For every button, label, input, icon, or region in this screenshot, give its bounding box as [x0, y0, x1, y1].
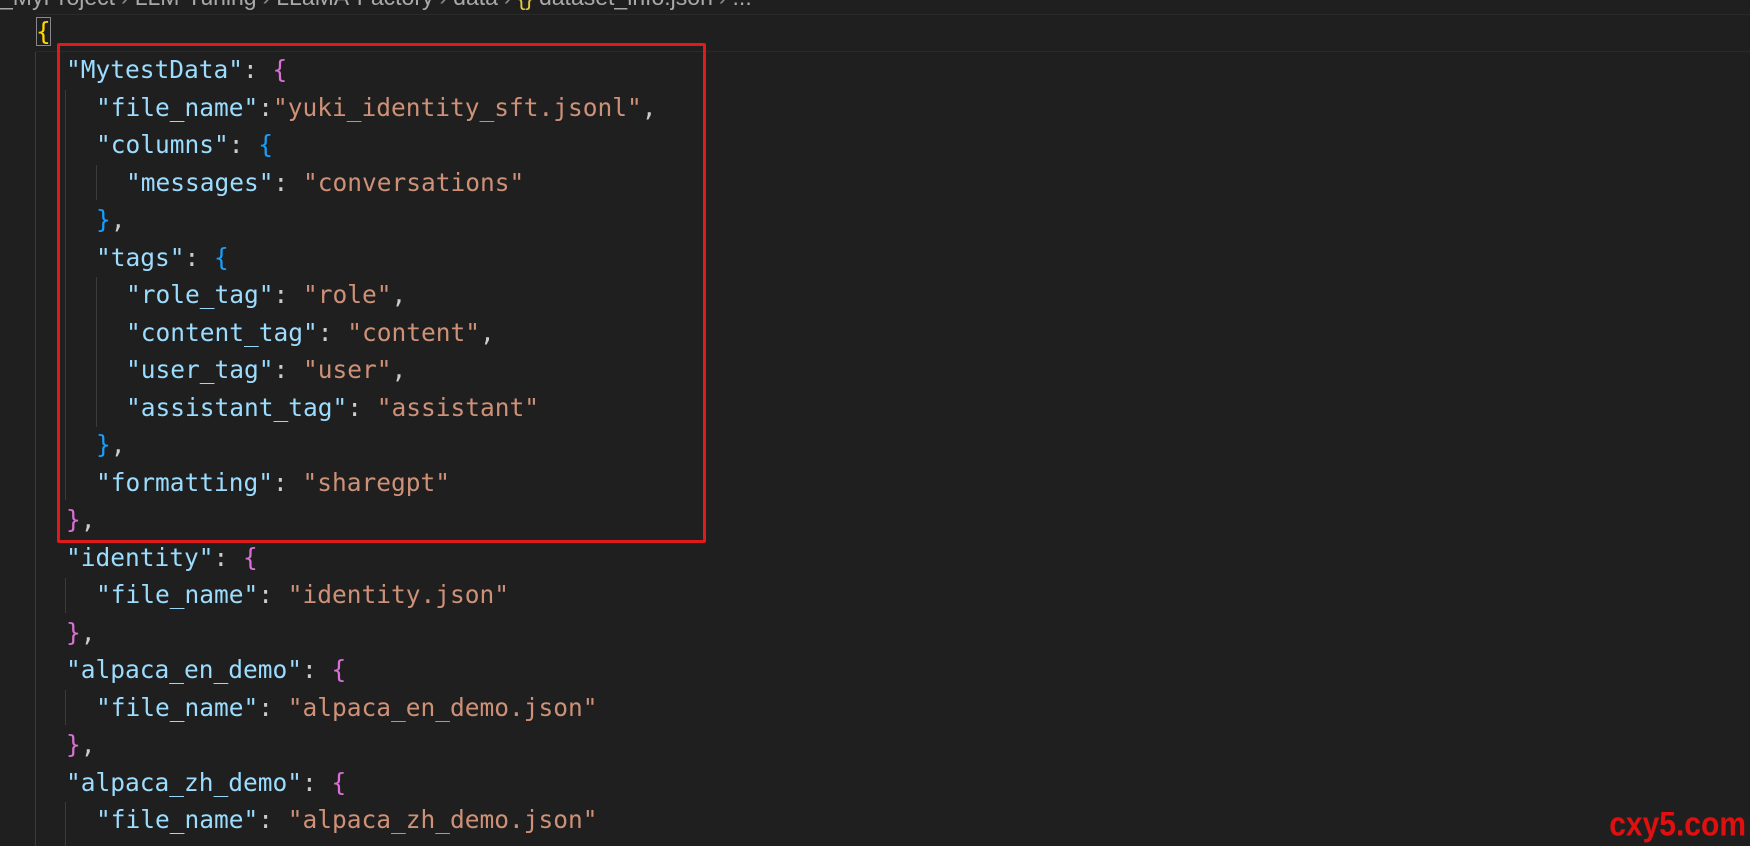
breadcrumb-item-project[interactable]: _MyProject: [0, 0, 115, 10]
code-line-13[interactable]: "formatting": "sharegpt": [96, 464, 450, 502]
field-key: "tags": [96, 242, 185, 272]
indent-guide: [96, 165, 97, 200]
code-line-3[interactable]: "file_name":"yuki_identity_sft.jsonl",: [96, 89, 657, 127]
chevron-right-icon: ›: [121, 0, 129, 10]
indent-guide: [65, 578, 66, 613]
indent-guide: [35, 52, 36, 846]
dataset-key: "alpaca_zh_demo": [66, 767, 303, 797]
field-key: "content_tag": [126, 317, 318, 347]
code-line-11[interactable]: "assistant_tag": "assistant": [126, 389, 539, 427]
field-value: "sharegpt": [302, 467, 451, 497]
code-line-20[interactable]: },: [66, 726, 96, 764]
indent-guide: [65, 690, 66, 725]
field-value: "user": [303, 355, 392, 384]
breadcrumb-item-llm-tuning[interactable]: LLM-Tuning: [135, 0, 257, 10]
field-value: "assistant": [376, 392, 540, 422]
field-key: "file_name": [96, 92, 259, 122]
code-line-15[interactable]: "identity": {: [66, 539, 258, 577]
dataset-key: "identity": [66, 542, 214, 572]
field-value: "content": [347, 317, 481, 347]
code-line-21[interactable]: "alpaca_zh_demo": {: [66, 764, 346, 802]
code-line-17[interactable]: },: [66, 614, 96, 652]
code-line-18[interactable]: "alpaca_en_demo": {: [66, 651, 346, 689]
code-line-2[interactable]: "MytestData": {: [66, 51, 287, 89]
dataset-key: "MytestData": [66, 55, 244, 84]
code-line-8[interactable]: "role_tag": "role",: [126, 276, 406, 314]
json-file-icon: {}: [518, 0, 533, 10]
code-line-9[interactable]: "content_tag": "content",: [126, 314, 495, 352]
field-key: "file_name": [96, 692, 259, 722]
breadcrumb: _MyProject › LLM-Tuning › LLaMA-Factory › data…: [0, 0, 752, 10]
code-line-4[interactable]: "columns": {: [96, 126, 273, 164]
field-key: "user_tag": [126, 355, 274, 384]
code-line-1[interactable]: {: [36, 13, 51, 51]
breadcrumb-item-file[interactable]: dataset_info.json: [539, 0, 713, 10]
field-key: "role_tag": [126, 280, 274, 309]
chevron-right-icon: ›: [719, 0, 727, 10]
watermark: cxy5.com: [1609, 805, 1746, 844]
field-key: "columns": [96, 130, 229, 159]
field-value: "yuki_identity_sft.jsonl": [273, 92, 642, 122]
code-line-10[interactable]: "user_tag": "user",: [126, 351, 406, 389]
field-key: "assistant_tag": [126, 392, 348, 422]
code-line-14[interactable]: },: [66, 501, 96, 539]
breadcrumb-item-llama-factory[interactable]: LLaMA-Factory: [276, 0, 433, 10]
field-value: "alpaca_en_demo.json": [287, 692, 598, 722]
breadcrumb-item-symbol[interactable]: ...: [733, 0, 752, 10]
code-line-19[interactable]: "file_name": "alpaca_en_demo.json": [96, 689, 598, 727]
chevron-right-icon: ›: [263, 0, 271, 10]
code-line-6[interactable]: },: [96, 201, 126, 239]
code-line-22[interactable]: "file_name": "alpaca_zh_demo.json": [96, 801, 598, 839]
code-line-16[interactable]: "file_name": "identity.json": [96, 576, 509, 614]
indent-guide: [96, 277, 97, 427]
current-line-highlight: [36, 14, 1750, 52]
breadcrumb-item-data[interactable]: data: [453, 0, 498, 10]
code-line-7[interactable]: "tags": {: [96, 239, 229, 277]
dataset-key: "alpaca_en_demo": [66, 655, 303, 684]
code-editor[interactable]: _MyProject › LLM-Tuning › LLaMA-Factory › data…: [0, 0, 1750, 846]
chevron-right-icon: ›: [504, 0, 512, 10]
code-line-5[interactable]: "messages": "conversations": [126, 164, 524, 202]
root-open-brace: {: [36, 17, 51, 46]
indent-guide: [65, 90, 66, 500]
field-value: "role": [303, 280, 392, 309]
field-key: "messages": [126, 167, 274, 197]
field-key: "file_name": [96, 580, 259, 609]
field-key: "formatting": [96, 467, 274, 497]
field-value: "conversations": [303, 167, 525, 197]
indent-guide: [65, 802, 66, 846]
code-line-12[interactable]: },: [96, 426, 126, 464]
field-value: "alpaca_zh_demo.json": [287, 805, 598, 834]
field-value: "identity.json": [287, 580, 510, 609]
chevron-right-icon: ›: [439, 0, 447, 10]
field-key: "file_name": [96, 805, 259, 834]
